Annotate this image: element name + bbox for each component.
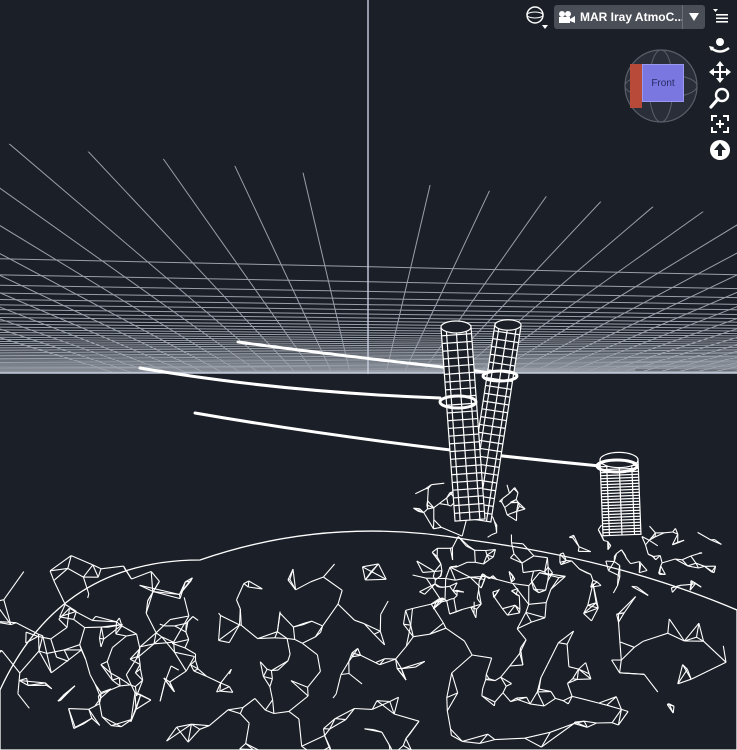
pole-cap — [440, 320, 472, 334]
grid-line — [0, 306, 171, 374]
triangle-down-icon — [689, 13, 699, 21]
mesh-edge — [84, 626, 102, 629]
view-mode-button[interactable] — [524, 4, 550, 30]
mesh-edge — [631, 585, 637, 588]
mesh-edge — [444, 578, 447, 600]
orbit-tool[interactable] — [707, 33, 733, 59]
viewport-menu-button[interactable] — [711, 7, 729, 25]
mesh-edge — [68, 708, 89, 710]
3d-viewport[interactable]: MAR Iray AtmoC... Front — [0, 0, 737, 750]
mesh-edge — [450, 597, 455, 600]
frame-tool[interactable] — [707, 111, 733, 137]
mesh-edge — [271, 669, 279, 672]
magnifier-icon — [709, 87, 730, 109]
camera-select[interactable]: MAR Iray AtmoC... — [554, 5, 705, 29]
viewport-toolbar: MAR Iray AtmoC... — [524, 4, 705, 30]
grid-line — [0, 328, 135, 374]
grid-line — [0, 292, 189, 374]
camera-dropdown-button[interactable] — [682, 5, 705, 29]
mesh-edge — [307, 687, 309, 697]
mesh-edge — [118, 677, 121, 686]
pan-tool[interactable] — [707, 59, 733, 85]
mesh-edge — [115, 621, 118, 634]
mesh-edge — [427, 488, 429, 501]
mesh-edge — [518, 595, 521, 610]
navigation-tools — [707, 33, 733, 163]
mesh-edge — [475, 609, 478, 618]
mesh-edge — [364, 728, 374, 731]
mesh-edge — [365, 578, 387, 581]
mesh-edge — [37, 634, 40, 652]
pole-cap — [494, 319, 522, 331]
arrow-up-icon — [710, 140, 730, 160]
reset-view-tool[interactable] — [707, 137, 733, 163]
mesh-edge — [446, 697, 448, 711]
zoom-tool[interactable] — [707, 85, 733, 111]
mesh-edge — [474, 550, 476, 563]
mesh-edge — [616, 575, 619, 586]
cube-face-front[interactable]: Front — [642, 64, 684, 102]
camera-icon — [559, 11, 575, 23]
mesh-edge — [536, 588, 546, 591]
mesh-edge — [605, 560, 615, 563]
mesh-edge — [498, 588, 500, 591]
mesh-edge — [572, 678, 578, 680]
view-cube[interactable]: Front — [620, 48, 702, 130]
mesh-edge — [247, 580, 250, 588]
grid-line — [0, 337, 117, 374]
frame-icon — [711, 115, 729, 133]
mesh-edge — [123, 565, 125, 569]
mesh-edge — [493, 701, 496, 706]
mesh-edge — [57, 699, 61, 702]
menu-lines-icon — [713, 9, 728, 23]
mesh-edge — [274, 637, 288, 640]
mesh-edge — [577, 678, 591, 680]
mesh-edge — [454, 566, 457, 568]
globe-icon — [526, 6, 548, 29]
move-arrows-icon — [709, 61, 731, 83]
camera-label: MAR Iray AtmoC... — [580, 10, 682, 24]
mesh-edge — [478, 581, 480, 590]
orbit-icon — [709, 38, 730, 53]
